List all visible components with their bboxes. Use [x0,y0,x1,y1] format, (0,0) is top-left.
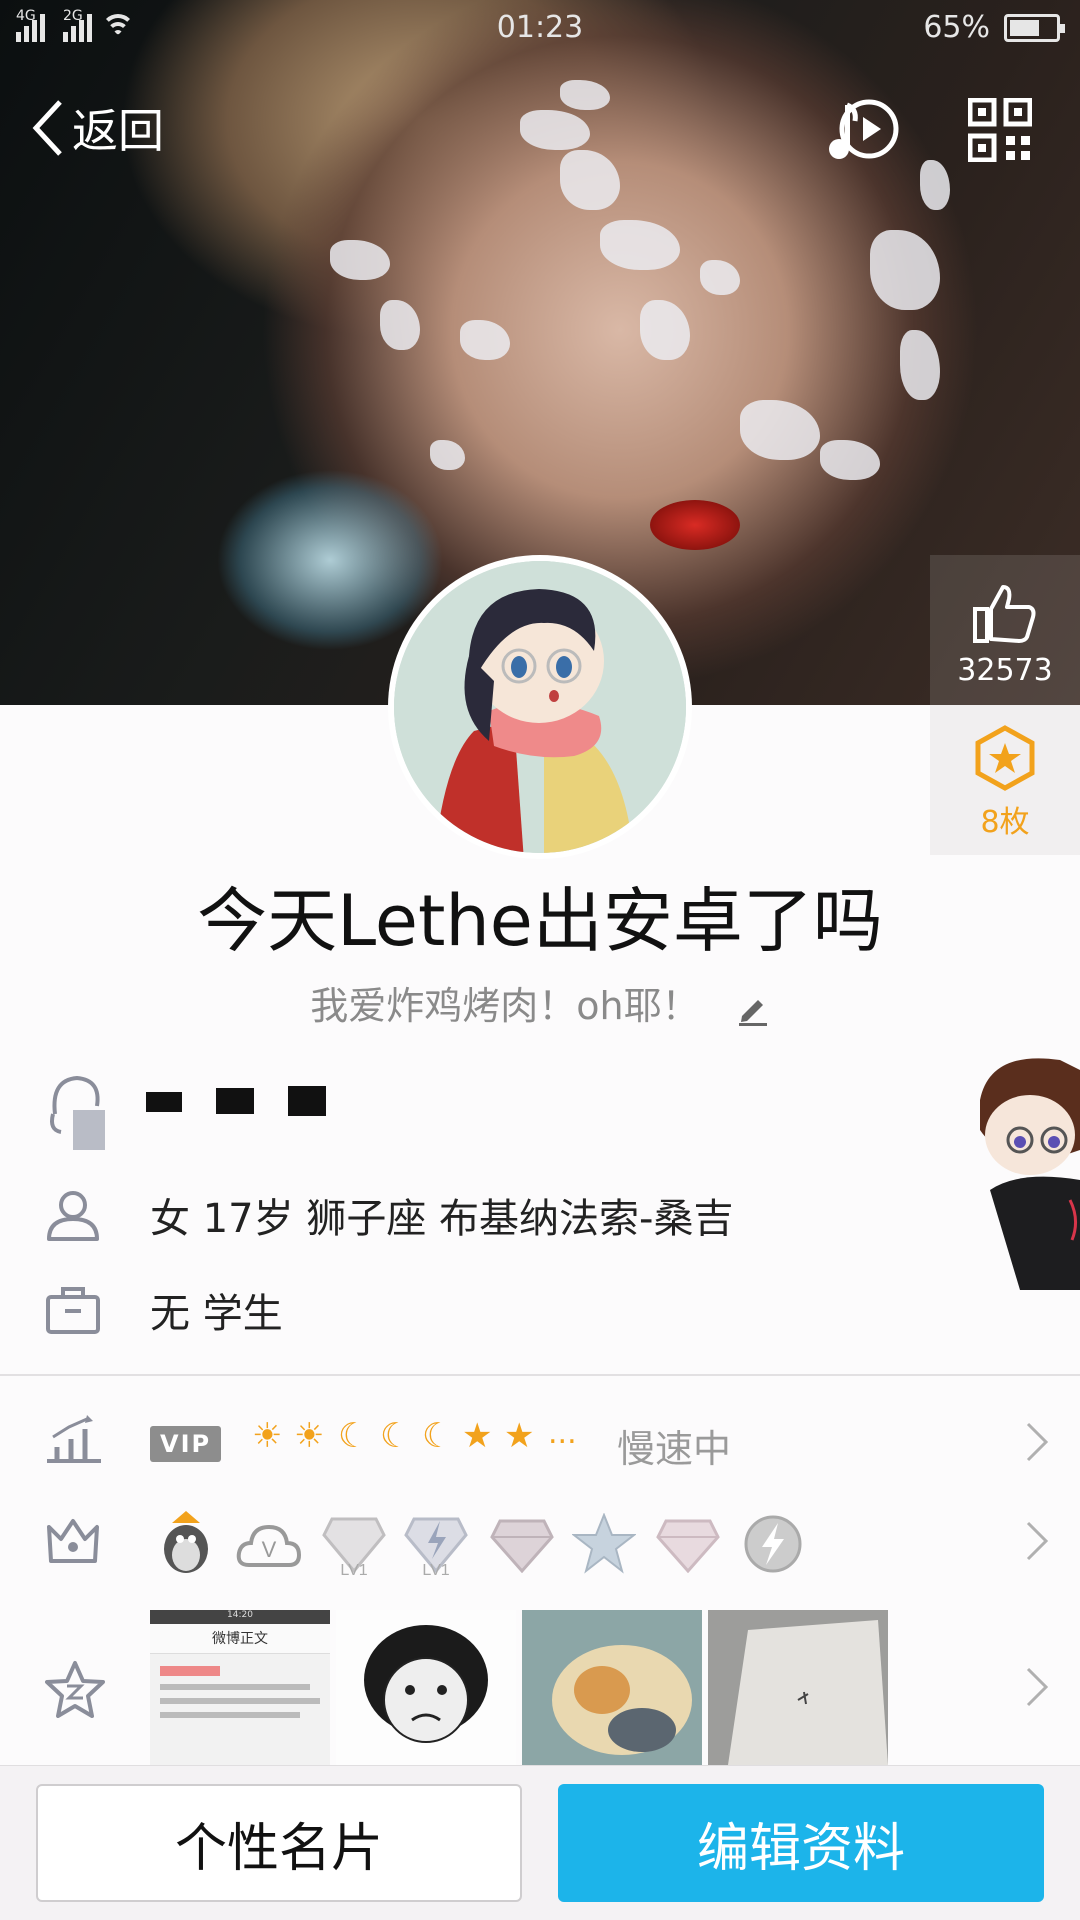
clock: 01:23 [496,10,584,45]
chevron-right-icon [1026,1521,1049,1561]
occupation-text: 无 学生 [150,1291,283,1337]
occupation-row: 无 学生 [0,1270,900,1350]
qq-number-row [0,1070,900,1150]
qq-penguin-medal-icon [164,1511,208,1573]
signature-row[interactable]: 我爱炸鸡烤肉！oh耶！ [0,975,1080,1030]
moon-icon: ☾ [380,1416,411,1456]
moon-icon: ☾ [338,1416,369,1456]
badge-count: 8枚 [980,805,1030,840]
svg-text:V: V [262,1537,277,1562]
chevron-right-icon [1026,1667,1049,1707]
level-chart-icon [47,1415,101,1463]
sticker-character[interactable] [960,1050,1080,1290]
chevron-left-icon [32,100,62,156]
briefcase-icon [46,1287,100,1334]
qzone-star-icon [45,1661,105,1718]
back-label: 返回 [72,104,164,158]
thumbs-up-icon [973,585,1036,643]
divider [0,1374,1080,1376]
bottom-bar: 个性名片 编辑资料 [0,1765,1080,1920]
sun-icon: ☀ [252,1416,283,1456]
like-button[interactable]: 32573 [930,555,1080,705]
crown-icon [47,1519,99,1563]
diamond-pink-medal-icon [656,1519,720,1573]
avatar-illustration [394,561,686,853]
star-medal-icon [572,1513,636,1574]
speed-status: 慢速中 [617,1427,732,1471]
badge-button[interactable]: 8枚 [930,705,1080,855]
svg-text:LV1: LV1 [422,1562,449,1579]
battery-icon [1004,13,1065,42]
edit-profile-button[interactable]: 编辑资料 [558,1784,1044,1902]
medals-row[interactable]: V LV1 LV1 [0,1497,1080,1587]
qr-code-icon[interactable] [968,98,1032,162]
headset-icon [50,1075,105,1150]
qzone-thumbnail-weibo[interactable]: 14:20 微博正文 [150,1610,330,1765]
diamond-lv1-medal-icon: LV1 [322,1517,386,1579]
svg-text:LV1: LV1 [340,1562,367,1579]
vip-tag: VIP [150,1426,222,1462]
signature-text: 我爱炸鸡烤肉！oh耶！ [310,984,700,1028]
like-count: 32573 [957,653,1053,688]
qzone-thumbnail-meme[interactable] [336,1610,516,1765]
basic-info-row: 女 17岁 狮子座 布基纳法索-桑吉 [0,1175,900,1255]
diamond-medal-icon [490,1519,554,1573]
bolt-badge-medal-icon [744,1515,802,1573]
moon-icon: ☾ [422,1416,453,1456]
pencil-icon[interactable] [736,992,770,1026]
nickname: 今天Lethe出安卓了吗 [197,880,883,962]
diamond-lv1-bolt-medal-icon: LV1 [404,1517,468,1579]
level-row[interactable]: VIP ☀ ☀ ☾ ☾ ☾ ★ ★ ... 慢速中 [0,1400,1080,1480]
status-bar: 4G 2G 01:23 65% [0,0,1080,58]
star-icon: ★ [504,1416,535,1456]
person-icon [47,1191,99,1241]
qzone-thumbnail-note[interactable] [708,1610,888,1765]
basic-info-text: 女 17岁 狮子座 布基纳法索-桑吉 [150,1196,734,1242]
level-ellipsis: ... [548,1416,577,1451]
battery-percent: 65% [923,10,990,45]
weiyun-medal-icon: V [236,1524,302,1567]
avatar[interactable] [388,555,692,859]
star-badge-icon [975,725,1035,791]
back-button[interactable]: 返回 [30,95,164,161]
sun-icon: ☀ [294,1416,325,1456]
profile-card-button[interactable]: 个性名片 [36,1784,522,1902]
star-icon: ★ [462,1416,493,1456]
chevron-right-icon [1026,1422,1049,1462]
music-play-icon[interactable] [825,95,900,165]
qzone-thumbnail-dog[interactable] [522,1610,702,1765]
